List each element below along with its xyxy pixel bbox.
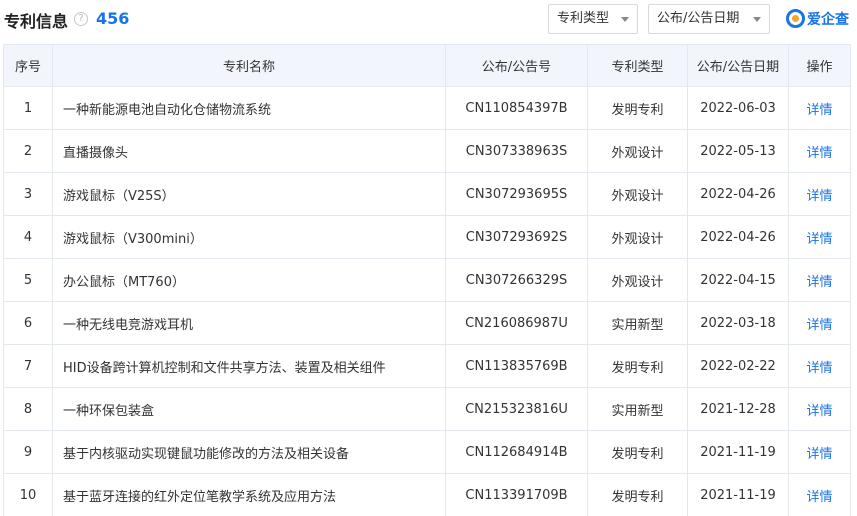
patent-number: CN113391709B <box>445 473 588 516</box>
row-no: 5 <box>3 258 53 302</box>
row-no: 7 <box>3 344 53 388</box>
publish-date: 2022-04-15 <box>687 258 789 302</box>
row-no: 2 <box>3 129 53 173</box>
patent-type: 发明专利 <box>587 86 688 130</box>
patent-type: 外观设计 <box>587 215 688 259</box>
row-no: 8 <box>3 387 53 431</box>
publish-date-dropdown[interactable]: 公布/公告日期 <box>648 4 770 34</box>
patent-name: 一种新能源电池自动化仓储物流系统 <box>52 86 446 130</box>
column-header-date: 公布/公告日期 <box>687 44 789 87</box>
table-row: 9 基于内核驱动实现键鼠功能修改的方法及相关设备 CN112684914B 发明… <box>3 430 851 474</box>
publish-date: 2022-03-18 <box>687 301 789 345</box>
caret-down-icon <box>753 17 761 22</box>
table-row: 3 游戏鼠标（V25S） CN307293695S 外观设计 2022-04-2… <box>3 172 851 216</box>
patent-number: CN307293695S <box>445 172 588 216</box>
caret-down-icon <box>621 17 629 22</box>
publish-date: 2022-02-22 <box>687 344 789 388</box>
detail-link[interactable]: 详情 <box>788 301 851 345</box>
page-title: 专利信息 <box>4 12 69 31</box>
table-row: 10 基于蓝牙连接的红外定位笔教学系统及应用方法 CN113391709B 发明… <box>3 473 851 516</box>
detail-link[interactable]: 详情 <box>788 129 851 173</box>
patent-name: 基于内核驱动实现键鼠功能修改的方法及相关设备 <box>52 430 446 474</box>
patent-number: CN112684914B <box>445 430 588 474</box>
row-no: 9 <box>3 430 53 474</box>
publish-date-dropdown-label: 公布/公告日期 <box>657 11 740 26</box>
table-row: 6 一种无线电竞游戏耳机 CN216086987U 实用新型 2022-03-1… <box>3 301 851 345</box>
table-row: 7 HID设备跨计算机控制和文件共享方法、装置及相关组件 CN113835769… <box>3 344 851 388</box>
patent-type: 发明专利 <box>587 473 688 516</box>
patent-type: 发明专利 <box>587 344 688 388</box>
aiqicha-logo-icon <box>786 9 805 28</box>
row-no: 10 <box>3 473 53 516</box>
column-header-name: 专利名称 <box>52 44 446 87</box>
publish-date: 2022-05-13 <box>687 129 789 173</box>
patent-name: 一种环保包装盒 <box>52 387 446 431</box>
patent-type: 发明专利 <box>587 430 688 474</box>
publish-date: 2022-06-03 <box>687 86 789 130</box>
publish-date: 2021-11-19 <box>687 473 789 516</box>
patent-table: 序号 专利名称 公布/公告号 专利类型 公布/公告日期 操作 1 一种新能源电池… <box>3 44 851 516</box>
column-header-no: 序号 <box>3 44 53 87</box>
row-no: 4 <box>3 215 53 259</box>
patent-number: CN110854397B <box>445 86 588 130</box>
patent-name: 办公鼠标（MT760） <box>52 258 446 302</box>
detail-link[interactable]: 详情 <box>788 172 851 216</box>
detail-link[interactable]: 详情 <box>788 344 851 388</box>
patent-name: 游戏鼠标（V25S） <box>52 172 446 216</box>
column-header-action: 操作 <box>788 44 851 87</box>
patent-number: CN113835769B <box>445 344 588 388</box>
detail-link[interactable]: 详情 <box>788 387 851 431</box>
section-header: 专利信息 ? 456 专利类型 公布/公告日期 爱企查 <box>0 0 857 38</box>
detail-link[interactable]: 详情 <box>788 430 851 474</box>
patent-type-dropdown[interactable]: 专利类型 <box>548 4 638 34</box>
patent-type: 外观设计 <box>587 258 688 302</box>
patent-number: CN307338963S <box>445 129 588 173</box>
column-header-number: 公布/公告号 <box>445 44 588 87</box>
patent-type: 外观设计 <box>587 172 688 216</box>
question-circle-icon[interactable]: ? <box>74 12 88 26</box>
row-no: 1 <box>3 86 53 130</box>
patent-number: CN307266329S <box>445 258 588 302</box>
patent-type: 实用新型 <box>587 301 688 345</box>
table-row: 5 办公鼠标（MT760） CN307266329S 外观设计 2022-04-… <box>3 258 851 302</box>
publish-date: 2022-04-26 <box>687 172 789 216</box>
publish-date: 2022-04-26 <box>687 215 789 259</box>
row-no: 3 <box>3 172 53 216</box>
patent-name: 直播摄像头 <box>52 129 446 173</box>
detail-link[interactable]: 详情 <box>788 258 851 302</box>
detail-link[interactable]: 详情 <box>788 86 851 130</box>
patent-type: 实用新型 <box>587 387 688 431</box>
table-header-row: 序号 专利名称 公布/公告号 专利类型 公布/公告日期 操作 <box>3 44 851 87</box>
table-row: 8 一种环保包装盒 CN215323816U 实用新型 2021-12-28 详… <box>3 387 851 431</box>
row-no: 6 <box>3 301 53 345</box>
patent-number: CN216086987U <box>445 301 588 345</box>
patent-count: 456 <box>96 9 130 28</box>
brand-name: 爱企查 <box>807 12 849 28</box>
detail-link[interactable]: 详情 <box>788 215 851 259</box>
publish-date: 2021-12-28 <box>687 387 789 431</box>
patent-number: CN307293692S <box>445 215 588 259</box>
patent-name: 游戏鼠标（V300mini） <box>52 215 446 259</box>
column-header-type: 专利类型 <box>587 44 688 87</box>
patent-name: 基于蓝牙连接的红外定位笔教学系统及应用方法 <box>52 473 446 516</box>
patent-name: 一种无线电竞游戏耳机 <box>52 301 446 345</box>
patent-type-dropdown-label: 专利类型 <box>557 11 610 26</box>
table-row: 2 直播摄像头 CN307338963S 外观设计 2022-05-13 详情 <box>3 129 851 173</box>
patent-type: 外观设计 <box>587 129 688 173</box>
detail-link[interactable]: 详情 <box>788 473 851 516</box>
table-row: 1 一种新能源电池自动化仓储物流系统 CN110854397B 发明专利 202… <box>3 86 851 130</box>
publish-date: 2021-11-19 <box>687 430 789 474</box>
patent-name: HID设备跨计算机控制和文件共享方法、装置及相关组件 <box>52 344 446 388</box>
patent-number: CN215323816U <box>445 387 588 431</box>
table-row: 4 游戏鼠标（V300mini） CN307293692S 外观设计 2022-… <box>3 215 851 259</box>
